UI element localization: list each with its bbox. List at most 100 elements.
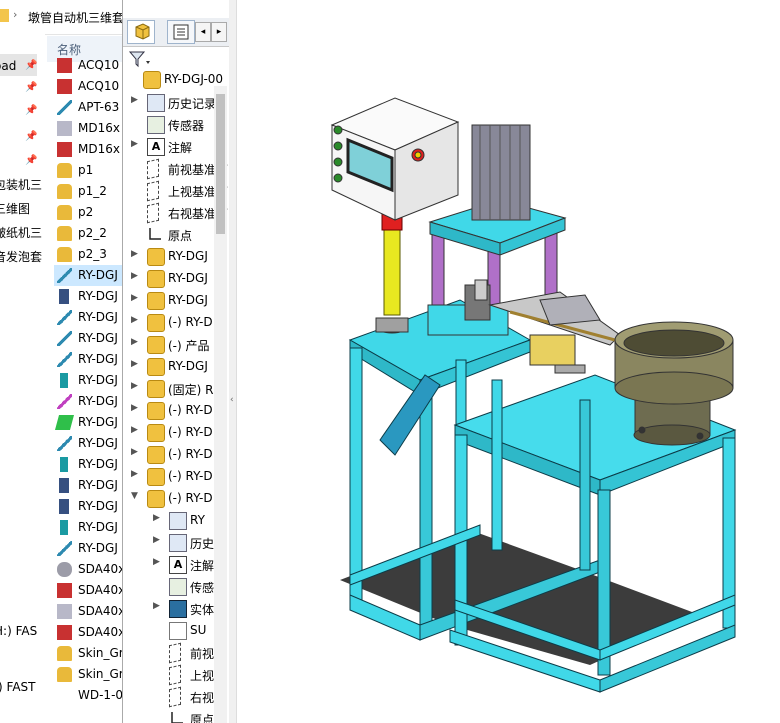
collapse-arrow-icon[interactable]: ‹: [230, 395, 234, 405]
expand-arrow-icon[interactable]: ▶: [153, 557, 160, 567]
file-row[interactable]: MD16x: [54, 139, 122, 160]
plane-icon: [169, 664, 181, 686]
expand-arrow-icon[interactable]: ▶: [131, 139, 138, 149]
nav-item[interactable]: 音发泡套: [0, 246, 45, 268]
file-name: RY-DGJ: [78, 478, 118, 492]
file-row[interactable]: RY-DGJ: [54, 496, 122, 517]
tab-property-manager[interactable]: [167, 20, 195, 44]
file-row[interactable]: WD-1-0: [54, 685, 122, 706]
file-row[interactable]: APT-63: [54, 97, 122, 118]
expand-arrow-icon[interactable]: ▶: [131, 359, 138, 369]
file-name: p2_3: [78, 247, 107, 261]
expand-arrow-icon[interactable]: ▶: [153, 513, 160, 523]
expand-arrow-icon[interactable]: ▶: [131, 293, 138, 303]
pin-icon[interactable]: 📌: [25, 100, 37, 122]
nav-item-label: :) FAST: [0, 680, 36, 694]
expand-arrow-icon[interactable]: ▶: [131, 249, 138, 259]
file-name: p2_2: [78, 226, 107, 240]
file-name: MD16x: [78, 121, 120, 135]
file-row[interactable]: p2: [54, 202, 122, 223]
file-row[interactable]: RY-DGJ: [54, 265, 122, 286]
file-row[interactable]: SDA40x: [54, 559, 122, 580]
expand-arrow-icon[interactable]: ▶: [153, 535, 160, 545]
file-row[interactable]: ACQ10: [54, 55, 122, 76]
part-file-icon: [59, 499, 69, 514]
pin-icon[interactable]: 📌: [25, 150, 37, 172]
pin-icon[interactable]: 📌: [25, 77, 37, 99]
file-row[interactable]: RY-DGJ: [54, 538, 122, 559]
part-file-icon: [57, 352, 72, 367]
file-row[interactable]: RY-DGJ: [54, 475, 122, 496]
file-row[interactable]: Skin_Gr: [54, 643, 122, 664]
expand-arrow-icon[interactable]: ▶: [131, 271, 138, 281]
nav-item[interactable]: 三维图: [0, 198, 45, 220]
file-row[interactable]: RY-DGJ: [54, 433, 122, 454]
tab-scroll-right-button[interactable]: ▸: [211, 22, 227, 42]
address-bar[interactable]: › 墩管自动机三维套: [0, 0, 122, 35]
tab-scroll-left-button[interactable]: ◂: [195, 22, 211, 42]
expand-arrow-icon[interactable]: ▶: [153, 601, 160, 611]
file-row[interactable]: p1: [54, 160, 122, 181]
expand-arrow-icon[interactable]: ▶: [131, 447, 138, 457]
file-row[interactable]: p2_2: [54, 223, 122, 244]
expand-arrow-icon[interactable]: ▶: [131, 469, 138, 479]
tab-feature-manager[interactable]: [127, 20, 155, 44]
pane-splitter[interactable]: ‹: [229, 0, 237, 723]
file-row[interactable]: SDA40x: [54, 622, 122, 643]
file-name: p2: [78, 205, 94, 219]
graphics-area[interactable]: [237, 0, 780, 723]
file-list: 名称 ACQ10 ACQ10 APT-63 MD16x MD16x p1 p1_2 p2 p2_…: [47, 34, 122, 723]
nav-item[interactable]: H:) FAS: [0, 620, 45, 642]
file-row[interactable]: RY-DGJ: [54, 349, 122, 370]
file-row[interactable]: SDA40x: [54, 580, 122, 601]
file-row[interactable]: RY-DGJ: [54, 286, 122, 307]
file-row[interactable]: SDA40x: [54, 601, 122, 622]
collapse-arrow-icon[interactable]: ▼: [131, 491, 138, 501]
tree-item-label: (-) RY-D: [168, 491, 213, 505]
file-row[interactable]: p2_3: [54, 244, 122, 265]
nav-item[interactable]: 📌: [0, 100, 45, 122]
file-row[interactable]: ACQ10: [54, 76, 122, 97]
file-name: RY-DGJ: [78, 310, 118, 324]
expand-arrow-icon[interactable]: ▶: [131, 95, 138, 105]
expand-arrow-icon[interactable]: ▶: [131, 381, 138, 391]
file-row[interactable]: RY-DGJ: [54, 328, 122, 349]
file-row[interactable]: RY-DGJ: [54, 412, 122, 433]
chevron-right-icon[interactable]: ›: [13, 8, 17, 21]
pin-icon[interactable]: 📌: [25, 55, 37, 77]
tree-item-label: 注解: [168, 141, 193, 155]
expand-arrow-icon[interactable]: ▶: [131, 337, 138, 347]
file-row[interactable]: Skin_Gr: [54, 664, 122, 685]
nav-item[interactable]: 📌: [0, 126, 45, 148]
scrollbar-thumb[interactable]: [216, 94, 225, 234]
nav-item[interactable]: oad 📌: [0, 55, 45, 77]
nav-item[interactable]: 包装机三: [0, 174, 45, 196]
feature-manager-tabs: ◂ ▸: [123, 18, 230, 47]
filter-icon[interactable]: [127, 47, 155, 71]
nav-item[interactable]: 📌: [0, 150, 45, 172]
tree-scrollbar[interactable]: [214, 86, 227, 723]
expand-arrow-icon[interactable]: ▶: [131, 403, 138, 413]
nav-item[interactable]: 皱纸机三: [0, 222, 45, 244]
file-row[interactable]: RY-DGJ: [54, 307, 122, 328]
file-row[interactable]: RY-DGJ: [54, 454, 122, 475]
tree-item-label: 传感器: [168, 119, 205, 133]
nav-item-label: oad: [0, 59, 17, 73]
pin-icon[interactable]: 📌: [25, 126, 37, 148]
expand-arrow-icon[interactable]: ▶: [131, 425, 138, 435]
address-path[interactable]: 墩管自动机三维套: [28, 9, 122, 26]
tree-item-label: (-) RY-D: [168, 447, 213, 461]
tree-item-label: 实体: [190, 603, 215, 617]
expand-arrow-icon[interactable]: ▶: [131, 315, 138, 325]
part-file-icon: [60, 373, 68, 388]
tree-item-label: RY-DGJ: [168, 249, 208, 263]
file-row[interactable]: RY-DGJ: [54, 517, 122, 538]
file-row[interactable]: MD16x: [54, 118, 122, 139]
file-row[interactable]: RY-DGJ: [54, 370, 122, 391]
file-row[interactable]: RY-DGJ: [54, 391, 122, 412]
nav-item[interactable]: 📌: [0, 77, 45, 99]
file-row[interactable]: p1_2: [54, 181, 122, 202]
file-name: ACQ10: [78, 79, 120, 93]
asm-icon: [147, 358, 165, 376]
nav-item[interactable]: :) FAST: [0, 676, 45, 698]
